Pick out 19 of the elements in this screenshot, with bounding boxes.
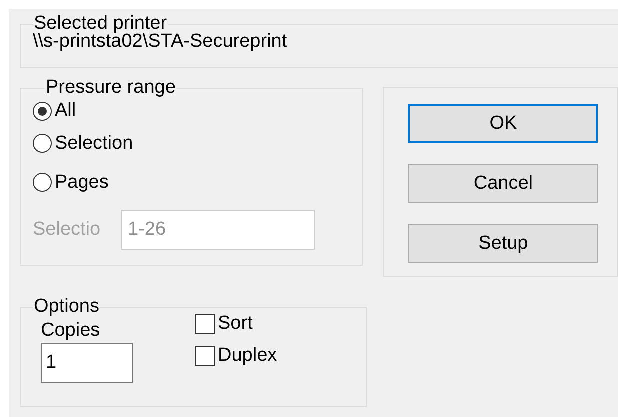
- radio-option[interactable]: All: [33, 98, 362, 124]
- group-title: Pressure range: [45, 78, 177, 98]
- dialog-button[interactable]: Setup: [408, 224, 598, 263]
- group-title: Options: [33, 297, 100, 317]
- radio-button[interactable]: [33, 134, 52, 153]
- field-label: Selectio: [33, 219, 102, 241]
- copies-field[interactable]: 1: [41, 343, 133, 383]
- checkbox-option[interactable]: Sort: [195, 313, 278, 335]
- radio-option[interactable]: Selection: [33, 124, 362, 163]
- radio-button[interactable]: [33, 173, 52, 192]
- radio-option[interactable]: Pages: [33, 163, 362, 202]
- group-title: Selected printer: [34, 14, 168, 34]
- checkbox-option[interactable]: Duplex: [195, 345, 278, 367]
- radio-button[interactable]: [33, 102, 52, 120]
- dialog-button[interactable]: OK: [408, 104, 598, 143]
- checkbox[interactable]: [195, 314, 215, 334]
- checkbox[interactable]: [195, 346, 215, 366]
- dialog-button[interactable]: Cancel: [408, 164, 598, 203]
- copies-label: Copies: [41, 319, 102, 343]
